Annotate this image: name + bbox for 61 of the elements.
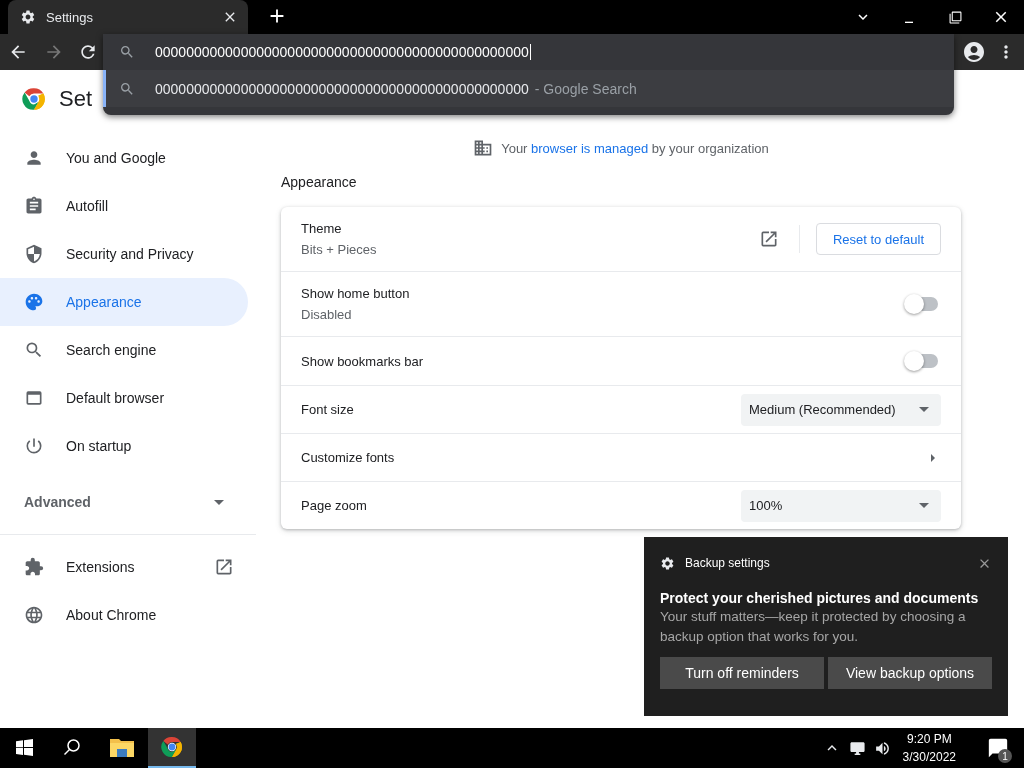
caret-icon — [214, 499, 224, 505]
toast-title: Protect your cherished pictures and documents — [660, 590, 980, 606]
gear-icon — [20, 9, 36, 25]
sidebar-item-icon — [24, 244, 44, 264]
setting-label: Theme — [301, 221, 343, 236]
building-icon — [473, 138, 494, 158]
sidebar-item-icon — [24, 605, 44, 625]
sidebar-item[interactable]: You and Google — [0, 134, 248, 182]
tab-title: Settings — [46, 9, 94, 25]
setting-value: Bits + Pieces — [301, 242, 378, 257]
reset-button[interactable]: Reset to default — [815, 223, 941, 255]
sidebar-item[interactable]: Search engine — [0, 326, 248, 374]
browser-tab[interactable]: Settings — [8, 0, 248, 34]
network-icon[interactable] — [848, 739, 866, 757]
chrome-logo — [160, 735, 184, 759]
profile-icon[interactable] — [962, 40, 986, 64]
sidebar-item[interactable]: About Chrome — [0, 591, 248, 639]
address-field[interactable]: 000000000000000000000000000000000000000000000000 — [155, 44, 531, 60]
dropdown-select[interactable]: Medium (Recommended) — [741, 393, 941, 426]
search-icon — [119, 80, 135, 97]
caret-icon — [919, 407, 929, 412]
clock[interactable]: 9:20 PM 3/30/2022 — [902, 730, 956, 766]
sidebar-item-icon — [24, 557, 44, 577]
sidebar-item-icon — [24, 292, 44, 312]
toast-app-name: Backup settings — [685, 556, 771, 570]
reload-icon[interactable] — [78, 42, 98, 62]
toggle-switch[interactable] — [906, 297, 938, 311]
sidebar-item[interactable]: On startup — [0, 422, 248, 470]
section-title: Appearance — [281, 174, 358, 192]
sidebar-item-icon — [24, 388, 44, 408]
toast-button[interactable]: Turn off reminders — [660, 657, 824, 689]
caret-icon — [919, 503, 929, 508]
arrow-right-icon[interactable] — [929, 452, 937, 463]
managed-link[interactable]: browser is managed — [531, 140, 649, 156]
managed-notice: Your browser is managed by your organization — [501, 140, 769, 156]
sidebar-item-icon — [24, 340, 44, 360]
gear-icon — [660, 555, 675, 571]
dropdown-select[interactable]: 100% — [741, 489, 941, 522]
setting-value: Disabled — [301, 307, 353, 322]
advanced-toggle[interactable]: Advanced — [0, 478, 248, 526]
search-icon — [119, 44, 135, 60]
chrome-logo-icon — [21, 86, 47, 112]
chrome-icon[interactable] — [148, 728, 196, 768]
toggle-switch[interactable] — [906, 354, 938, 368]
toast-body: Your stuff matters—keep it protected by choosing a backup option that works for you. — [660, 608, 967, 646]
sidebar-item[interactable]: Default browser — [0, 374, 248, 422]
setting-label: Show bookmarks bar — [301, 353, 425, 369]
sidebar-item-icon — [24, 436, 44, 456]
setting-label: Font size — [301, 402, 355, 417]
page-title: Set — [59, 86, 93, 112]
toast-button[interactable]: View backup options — [828, 657, 992, 689]
sidebar-item[interactable]: Extensions — [0, 543, 248, 591]
sidebar-item-icon — [24, 196, 44, 216]
sidebar-item[interactable]: Appearance — [0, 278, 248, 326]
open-in-new-icon — [214, 557, 234, 577]
setting-label: Page zoom — [301, 498, 368, 513]
sidebar-item[interactable]: Security and Privacy — [0, 230, 248, 278]
setting-label: Customize fonts — [301, 450, 396, 465]
suggestion-item[interactable]: 000000000000000000000000000000000000000000000000 - Google Search — [103, 70, 954, 107]
setting-label: Show home button — [301, 286, 411, 301]
sidebar-item[interactable]: Autofill — [0, 182, 248, 230]
